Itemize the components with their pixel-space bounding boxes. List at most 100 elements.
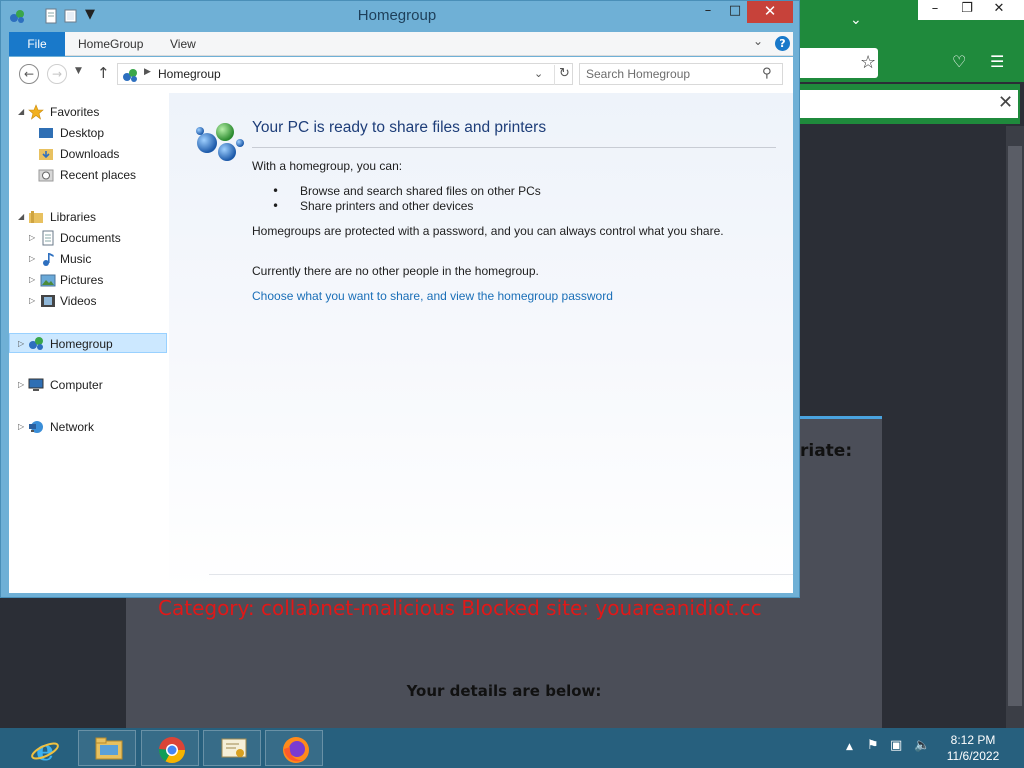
intro-text: With a homegroup, you can: — [252, 159, 403, 173]
collapse-arrow-icon[interactable]: ◢ — [18, 102, 24, 122]
browser-minimize-icon[interactable]: – — [920, 0, 950, 20]
internet-explorer-icon: e — [31, 735, 59, 765]
expand-arrow-icon[interactable]: ▷ — [29, 270, 35, 290]
nav-label: Videos — [60, 294, 97, 308]
nav-libraries[interactable]: ◢ Libraries — [9, 207, 167, 227]
pictures-icon — [40, 274, 56, 287]
bullet-item: Browse and search shared files on other … — [300, 184, 541, 198]
desktop-icon — [39, 128, 53, 138]
bullet-dot: • — [272, 199, 280, 213]
nav-label: Computer — [50, 378, 103, 392]
volume-muted-icon[interactable]: 🔈 — [914, 738, 930, 753]
browser-toolbar: ☆ ♡ ☰ — [790, 44, 1024, 82]
bookmark-star-icon[interactable]: ☆ — [860, 52, 876, 73]
title-bar[interactable]: ▼ Homegroup – □ ✕ — [1, 1, 799, 31]
content-area: ◢ Favorites Desktop Downloads Recent pla… — [9, 91, 793, 593]
help-button[interactable]: ? — [775, 36, 790, 51]
search-input[interactable] — [586, 66, 756, 82]
homegroup-address-icon — [123, 69, 137, 82]
internet-explorer-taskbar-button[interactable]: e — [14, 730, 72, 766]
expand-arrow-icon[interactable]: ▷ — [18, 375, 24, 395]
expand-arrow-icon[interactable]: ▷ — [18, 334, 24, 354]
network-tray-icon[interactable]: ▣ — [890, 738, 902, 753]
protected-text: Homegroups are protected with a password… — [252, 224, 724, 238]
show-hidden-icons-chevron-icon[interactable]: ▲ — [846, 742, 853, 752]
search-icon[interactable]: ⚲ — [762, 66, 772, 81]
navigation-pane: ◢ Favorites Desktop Downloads Recent pla… — [9, 91, 169, 593]
chrome-taskbar-button[interactable] — [141, 730, 199, 766]
collapse-arrow-icon[interactable]: ◢ — [18, 207, 24, 227]
network-icon — [29, 421, 43, 433]
homegroup-heading: Your PC is ready to share files and prin… — [252, 119, 547, 136]
expand-arrow-icon[interactable]: ▷ — [29, 291, 35, 311]
nav-pictures[interactable]: ▷ Pictures — [9, 270, 167, 290]
nav-desktop[interactable]: Desktop — [9, 123, 167, 143]
minimize-button[interactable]: – — [695, 1, 721, 23]
firefox-taskbar-button[interactable] — [265, 730, 323, 766]
taskbar-clock[interactable]: 8:12 PM 11/6/2022 — [940, 732, 1006, 764]
nav-label: Pictures — [60, 273, 104, 287]
nav-label: Downloads — [60, 147, 120, 161]
clock-time: 8:12 PM — [950, 733, 996, 747]
browser-scroll-thumb[interactable] — [1008, 146, 1022, 706]
expand-arrow-icon[interactable]: ▷ — [29, 249, 35, 269]
nav-label: Homegroup — [50, 337, 113, 351]
nav-network[interactable]: ▷ Network — [9, 417, 167, 437]
tab-view[interactable]: View — [170, 32, 196, 56]
svg-text:e: e — [36, 735, 54, 765]
browser-close-icon[interactable]: ✕ — [984, 0, 1014, 20]
nav-recent-places[interactable]: Recent places — [9, 165, 167, 185]
tab-list-chevron-icon[interactable]: ⌄ — [850, 12, 862, 28]
expand-ribbon-icon[interactable]: ⌄ — [753, 34, 763, 48]
expand-arrow-icon[interactable]: ▷ — [18, 417, 24, 437]
nav-favorites[interactable]: ◢ Favorites — [9, 102, 167, 122]
blocked-page-partial-heading: riate: — [800, 441, 853, 461]
certificate-taskbar-button[interactable] — [203, 730, 261, 766]
details-heading: Your details are below: — [406, 682, 602, 700]
search-box[interactable]: ⚲ — [579, 63, 783, 85]
up-arrow-icon[interactable]: ↑ — [97, 64, 110, 82]
nav-documents[interactable]: ▷ Documents — [9, 228, 167, 248]
homegroup-icon — [29, 337, 43, 350]
computer-icon — [28, 378, 44, 391]
documents-icon — [42, 230, 54, 246]
nav-homegroup[interactable]: ▷ Homegroup — [9, 333, 167, 353]
nav-label: Music — [60, 252, 92, 266]
share-settings-link[interactable]: Choose what you want to share, and view … — [252, 289, 613, 303]
close-button[interactable]: ✕ — [747, 1, 793, 23]
action-center-flag-icon[interactable]: ⚑ — [867, 738, 879, 753]
navigation-bar: ← → ▼ ↑ ▶ Homegroup ⌄ ↻ ⚲ — [9, 57, 793, 91]
notification-close-icon[interactable]: ✕ — [998, 92, 1013, 113]
browser-menu-icon[interactable]: ☰ — [990, 52, 1004, 71]
file-explorer-taskbar-button[interactable] — [78, 730, 136, 766]
tab-file[interactable]: File — [9, 32, 65, 56]
firefox-icon — [283, 737, 309, 763]
back-arrow-icon[interactable]: ← — [19, 64, 39, 84]
breadcrumb-homegroup[interactable]: Homegroup — [158, 67, 221, 81]
address-bar[interactable]: ▶ Homegroup ⌄ ↻ — [117, 63, 573, 85]
nav-downloads[interactable]: Downloads — [9, 144, 167, 164]
nav-computer[interactable]: ▷ Computer — [9, 375, 167, 395]
expand-arrow-icon[interactable]: ▷ — [29, 228, 35, 248]
nav-music[interactable]: ▷ Music — [9, 249, 167, 269]
refresh-icon[interactable]: ↻ — [554, 65, 574, 85]
pocket-icon[interactable]: ♡ — [952, 52, 966, 71]
forward-arrow-icon[interactable]: → — [47, 64, 67, 84]
footer-divider — [209, 574, 793, 575]
tab-homegroup[interactable]: HomeGroup — [78, 32, 143, 56]
nav-label: Favorites — [50, 105, 100, 119]
address-dropdown-icon[interactable]: ⌄ — [534, 67, 543, 80]
status-text: Currently there are no other people in t… — [252, 264, 539, 278]
background-page-left — [0, 598, 126, 728]
window-title: Homegroup — [357, 7, 437, 24]
nav-label: Libraries — [50, 210, 97, 224]
nav-label: Network — [50, 420, 95, 434]
recent-locations-chevron-icon[interactable]: ▼ — [75, 66, 82, 76]
browser-restore-icon[interactable]: ❐ — [952, 0, 982, 20]
nav-videos[interactable]: ▷ Videos — [9, 291, 167, 311]
maximize-button[interactable]: □ — [723, 1, 747, 23]
recent-places-icon — [38, 169, 54, 182]
breadcrumb-separator-icon[interactable]: ▶ — [144, 67, 151, 77]
browser-url-bar[interactable]: ☆ — [798, 48, 878, 78]
folder-icon — [95, 737, 123, 760]
